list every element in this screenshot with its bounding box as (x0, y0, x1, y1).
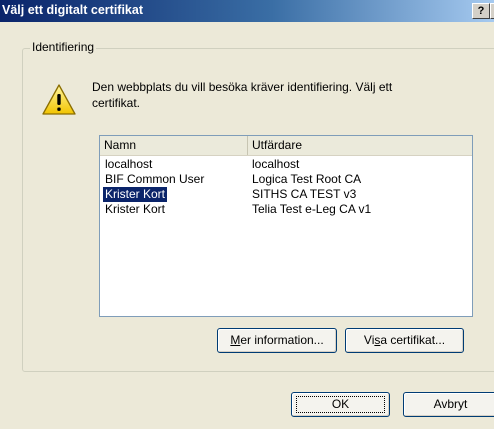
group-label: Identifiering (30, 40, 97, 54)
cell-issuer: localhost (252, 157, 300, 171)
view-certificate-label: Visa certifikat... (363, 333, 446, 347)
cell-issuer: Telia Test e-Leg CA v1 (252, 202, 372, 216)
table-row[interactable]: Krister Kort SITHS CA TEST v3 (100, 187, 472, 202)
certificate-list[interactable]: Namn Utfärdare localhost localhost BIF Com… (99, 135, 473, 317)
view-certificate-button[interactable]: Visa certifikat... (345, 328, 464, 353)
window-title: Välj ett digitalt certifikat (2, 3, 144, 17)
ok-button[interactable]: OK (291, 392, 390, 417)
certificate-dialog: Välj ett digitalt certifikat ? × Identif… (0, 0, 494, 429)
cell-name: Krister Kort (103, 187, 168, 202)
warning-icon (42, 84, 76, 115)
cancel-button[interactable]: Avbryt (403, 392, 494, 417)
table-row[interactable]: BIF Common User Logica Test Root CA (100, 172, 472, 187)
cell-issuer: Logica Test Root CA (252, 172, 362, 186)
close-button[interactable]: × (490, 3, 494, 19)
cell-name: localhost (105, 157, 153, 171)
cell-issuer: SITHS CA TEST v3 (252, 187, 357, 201)
more-info-label: Mer information... (230, 333, 324, 347)
info-message: Den webbplats du vill besöka kräver iden… (92, 80, 393, 110)
title-bar[interactable]: Välj ett digitalt certifikat ? × (0, 0, 494, 22)
column-header-issuer[interactable]: Utfärdare (248, 136, 472, 155)
focus-rect (296, 396, 385, 413)
list-header: Namn Utfärdare (100, 136, 472, 156)
column-header-name[interactable]: Namn (100, 136, 248, 155)
cancel-label: Avbryt (433, 397, 468, 411)
table-row[interactable]: Krister Kort Telia Test e-Leg CA v1 (100, 202, 472, 217)
table-row[interactable]: localhost localhost (100, 157, 472, 172)
cell-name: Krister Kort (105, 202, 166, 216)
more-info-button[interactable]: Mer information... (217, 328, 337, 353)
cell-name: BIF Common User (105, 172, 205, 186)
help-button[interactable]: ? (472, 3, 490, 19)
